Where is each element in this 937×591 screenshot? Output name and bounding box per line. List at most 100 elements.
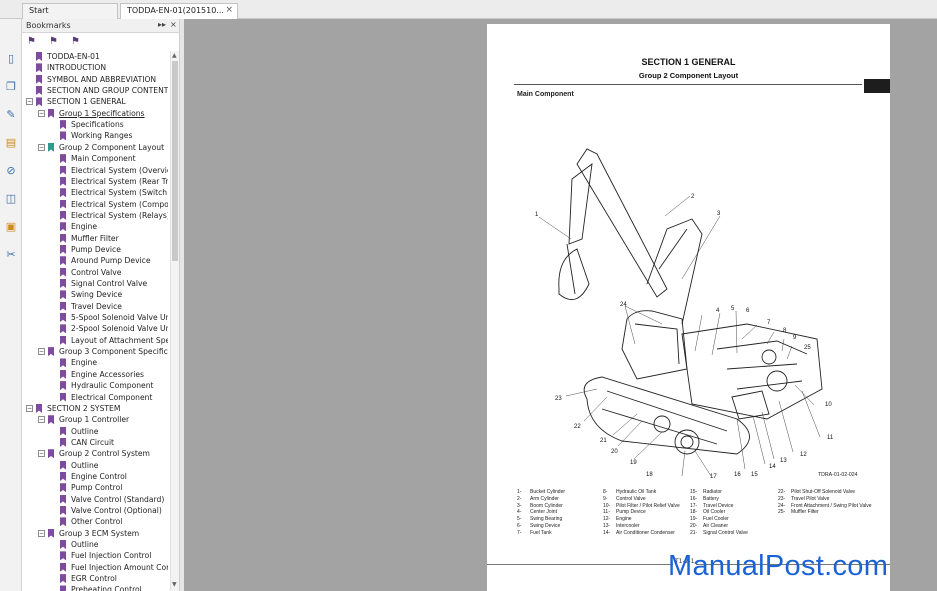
bookmark-icon [36, 63, 42, 73]
bookmark-icon [48, 528, 54, 538]
collapse-toggle-icon[interactable]: − [38, 348, 45, 356]
tools-icon[interactable]: ✂ [3, 247, 19, 263]
bookmark-item[interactable]: Travel Device [22, 301, 170, 312]
bookmark-item[interactable]: Fuel Injection Amount Corre [22, 562, 170, 573]
legend-item: 1- Bucket Cylinder [517, 489, 565, 496]
collapse-toggle-icon[interactable]: − [26, 98, 33, 106]
tab-document[interactable]: TODDA-EN-01(201510... × [120, 3, 238, 19]
bookmark-icon [60, 426, 66, 436]
bookmark-item[interactable]: − Group 1 Controller [22, 414, 170, 425]
bookmark-item[interactable]: SYMBOL AND ABBREVIATION [22, 74, 170, 85]
document-canvas[interactable]: SECTION 1 GENERAL Group 2 Component Layo… [184, 19, 937, 591]
bookmark-item[interactable]: Engine [22, 357, 170, 368]
bookmark-item[interactable]: Layout of Attachment Spec [22, 335, 170, 346]
bookmark-icon [36, 86, 42, 96]
new-bookmark-icon[interactable]: ⚑ [49, 36, 58, 47]
legend-item: 23- Travel Pilot Valve [778, 496, 872, 503]
legend-item: 7- Fuel Tank [517, 530, 565, 537]
collapse-toggle-icon[interactable]: − [38, 143, 45, 151]
close-panel-icon[interactable]: × [170, 20, 177, 29]
bookmark-item[interactable]: TODDA-EN-01 [22, 51, 170, 62]
expand-bookmark-icon[interactable]: ⚑ [27, 36, 36, 47]
scroll-thumb[interactable] [172, 61, 178, 261]
bookmark-item[interactable]: Engine Accessories [22, 369, 170, 380]
bookmark-item[interactable]: Specifications [22, 119, 170, 130]
page-thumbnail-icon[interactable]: ▯ [3, 51, 19, 67]
bookmark-item[interactable]: 2-Spool Solenoid Valve Unit [22, 323, 170, 334]
legend-number: 15- [690, 489, 698, 495]
scroll-up-icon[interactable]: ▲ [172, 52, 177, 59]
scroll-down-icon[interactable]: ▼ [172, 581, 177, 588]
bookmark-item[interactable]: − SECTION 2 SYSTEM [22, 403, 170, 414]
bookmark-item[interactable]: Pump Control [22, 482, 170, 493]
bookmark-item[interactable]: − Group 3 Component Specificatio [22, 346, 170, 357]
legend-text: Air Conditioner Condenser [616, 529, 675, 536]
bookmark-item[interactable]: Engine Control [22, 471, 170, 482]
bookmark-item[interactable]: INTRODUCTION [22, 62, 170, 73]
bookmark-label: Pump Control [71, 483, 123, 493]
collapse-toggle-icon[interactable]: − [38, 416, 45, 424]
bookmark-item[interactable]: Electrical System (Rear Tray [22, 176, 170, 187]
bookmark-item[interactable]: Swing Device [22, 289, 170, 300]
bookmark-item[interactable]: − Group 2 Control System [22, 448, 170, 459]
bookmark-item[interactable]: Control Valve [22, 267, 170, 278]
comments-icon[interactable]: ✎ [3, 107, 19, 123]
tab-start[interactable]: Start [22, 3, 118, 19]
bookmark-item[interactable]: Electrical System (Overview [22, 165, 170, 176]
bookmark-item[interactable]: SECTION AND GROUP CONTENTS [22, 85, 170, 96]
bookmark-item[interactable]: Muffler Filter [22, 233, 170, 244]
bookmark-item[interactable]: Signal Control Valve [22, 278, 170, 289]
bookmark-item[interactable]: Electrical System (Compone [22, 199, 170, 210]
paperclip-icon[interactable]: ⊘ [3, 163, 19, 179]
bookmark-icon [48, 142, 54, 152]
bookmark-item[interactable]: Electrical System (Relays) [22, 210, 170, 221]
bookmark-item[interactable]: − SECTION 1 GENERAL [22, 96, 170, 107]
collapse-toggle-icon[interactable]: − [26, 404, 33, 412]
bookmark-item[interactable]: Fuel Injection Control [22, 550, 170, 561]
delete-bookmark-icon[interactable]: ⚑ [71, 36, 80, 47]
layers-icon[interactable]: ❐ [3, 79, 19, 95]
bookmark-item[interactable]: Outline [22, 460, 170, 471]
bookmark-label: Group 3 Component Specificatio [59, 347, 168, 357]
bookmark-item[interactable]: − Group 3 ECM System [22, 528, 170, 539]
bookmark-item[interactable]: Preheating Control [22, 584, 170, 591]
bookmark-item[interactable]: Valve Control (Optional) [22, 505, 170, 516]
bookmark-icon [60, 585, 66, 591]
bookmark-item[interactable]: Valve Control (Standard) [22, 494, 170, 505]
bookmark-item[interactable]: Outline [22, 426, 170, 437]
bookmark-item[interactable]: − Group 2 Component Layout [22, 142, 170, 153]
bookmarks-scrollbar[interactable]: ▲ ▼ [170, 51, 179, 591]
bookmark-item[interactable]: Engine [22, 221, 170, 232]
security-icon[interactable]: ▣ [3, 219, 19, 235]
bookmark-item[interactable]: Outline [22, 539, 170, 550]
bookmark-item[interactable]: 5-Spool Solenoid Valve Unit [22, 312, 170, 323]
bookmark-item[interactable]: Working Ranges [22, 130, 170, 141]
bookmark-item[interactable]: Electrical System (Switch Pa [22, 187, 170, 198]
legend-item: 11- Pump Device [603, 509, 680, 516]
bookmark-item[interactable]: EGR Control [22, 573, 170, 584]
bookmark-item[interactable]: Pump Device [22, 244, 170, 255]
bookmark-item[interactable]: − Group 1 Specifications [22, 108, 170, 119]
bookmark-item[interactable]: Other Control [22, 516, 170, 527]
bookmark-item[interactable]: Around Pump Device [22, 255, 170, 266]
bookmark-icon [60, 540, 66, 550]
signature-icon[interactable]: ◫ [3, 191, 19, 207]
bookmark-label: CAN Circuit [71, 437, 115, 447]
callout-5: 5 [731, 306, 735, 312]
legend-item: 9- Control Valve [603, 496, 680, 503]
bookmark-icon [60, 324, 66, 334]
tab-label: TODDA-EN-01(201510... [127, 6, 224, 15]
callout-19: 19 [630, 460, 637, 466]
attachments-icon[interactable]: ▤ [3, 135, 19, 151]
bookmark-item[interactable]: Main Component [22, 153, 170, 164]
watermark: ManualPost.com [668, 550, 889, 582]
bookmark-item[interactable]: Hydraulic Component [22, 380, 170, 391]
close-tab-icon[interactable]: × [225, 5, 233, 15]
collapse-toggle-icon[interactable]: − [38, 109, 45, 117]
collapse-toggle-icon[interactable]: − [38, 529, 45, 537]
collapse-toggle-icon[interactable]: − [38, 450, 45, 458]
collapse-panel-icon[interactable]: ▸▸ [158, 20, 166, 29]
bookmark-label: Electrical System (Compone [71, 199, 168, 209]
bookmark-item[interactable]: Electrical Component [22, 392, 170, 403]
bookmark-item[interactable]: CAN Circuit [22, 437, 170, 448]
